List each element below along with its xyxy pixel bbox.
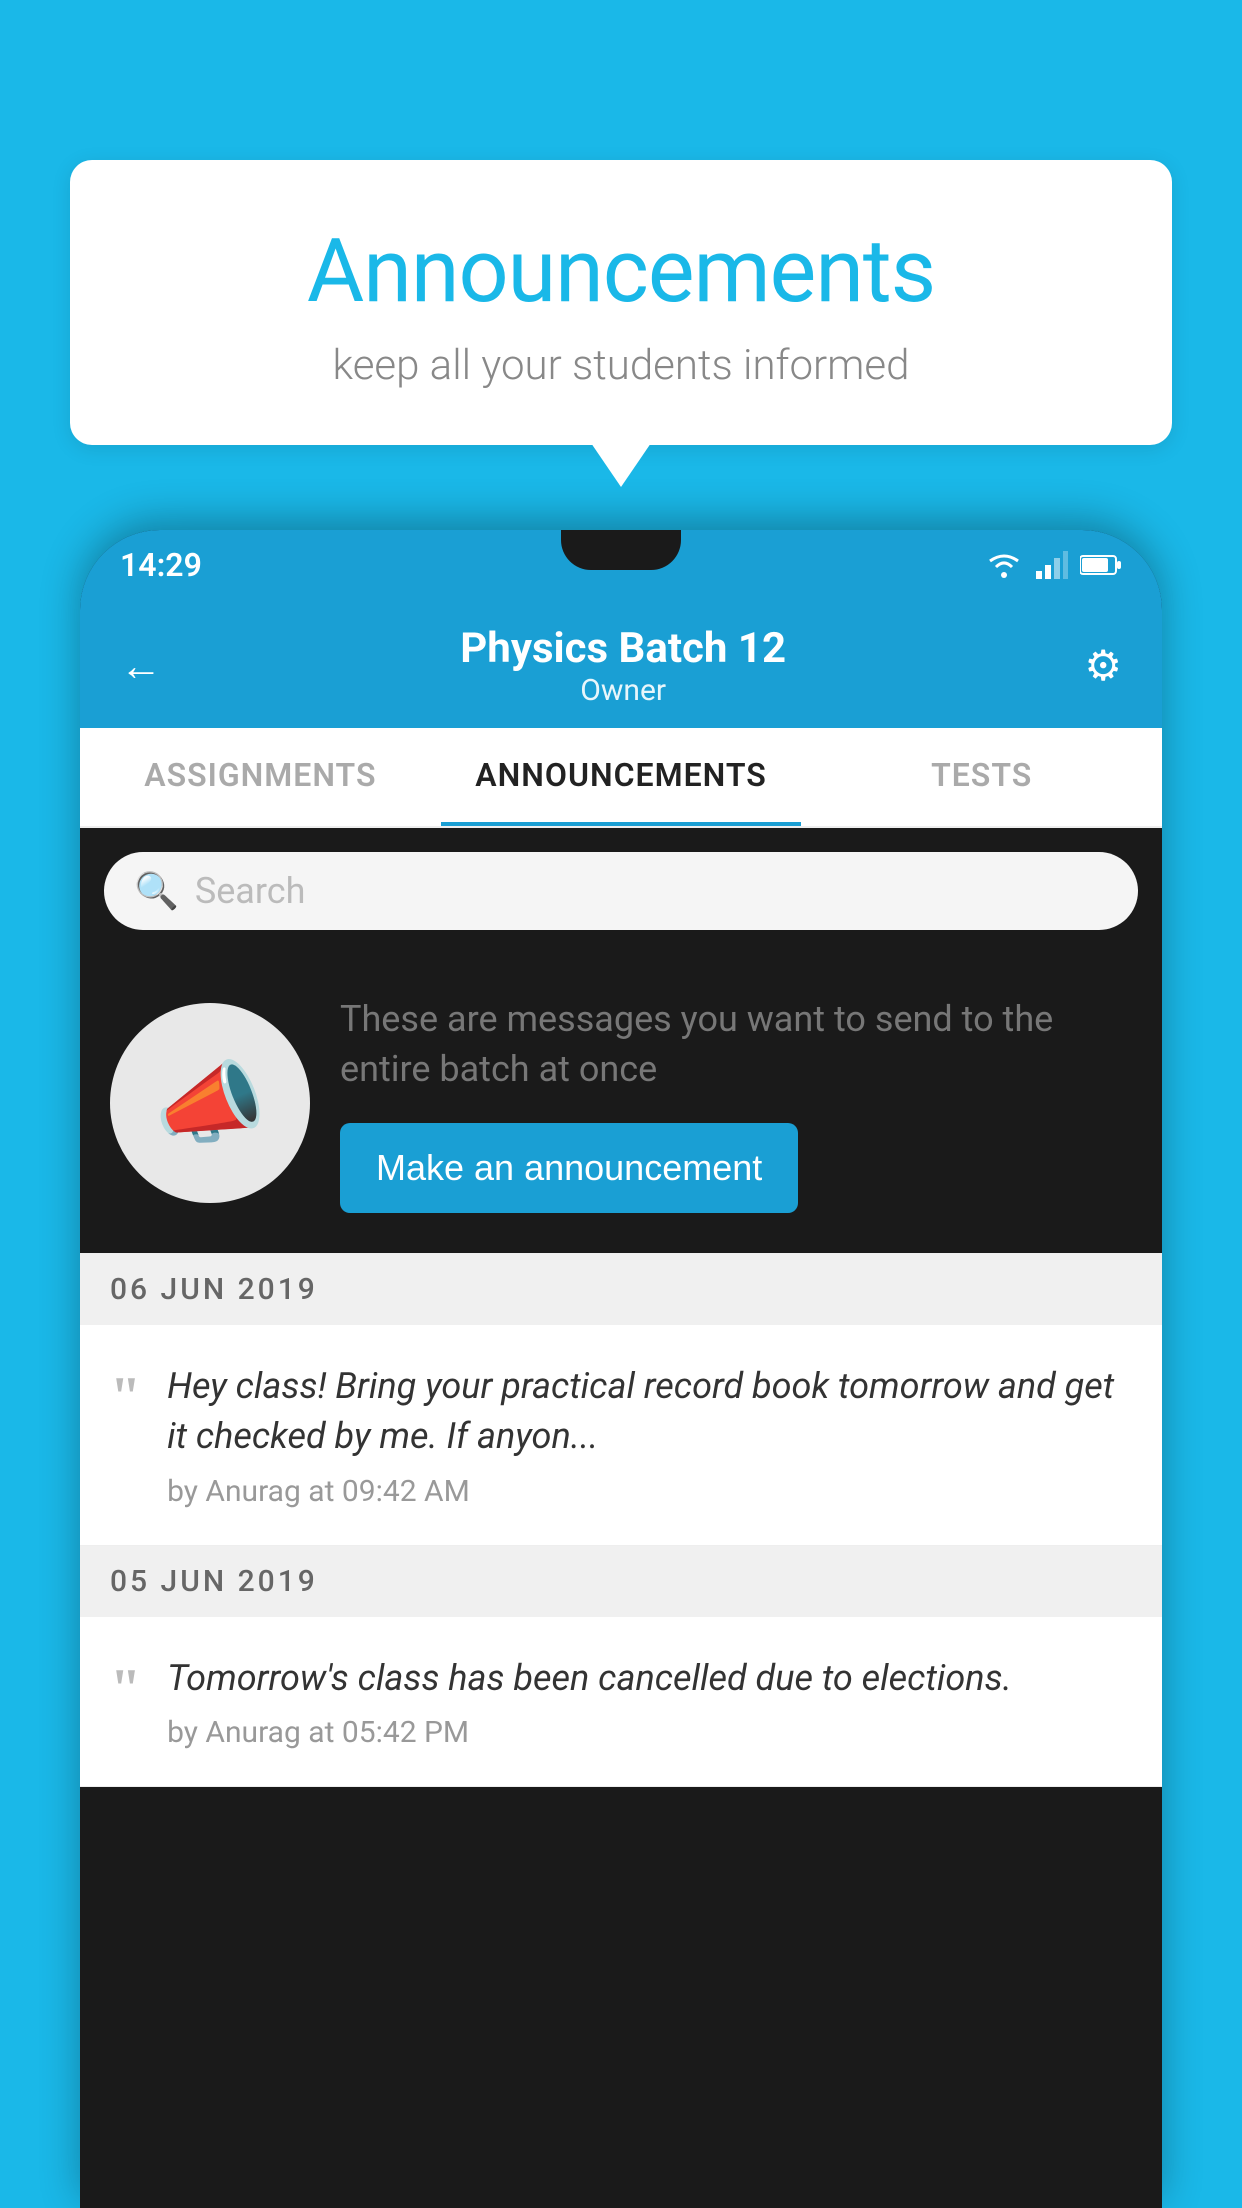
megaphone-circle: 📣: [110, 1003, 310, 1203]
tab-assignments[interactable]: ASSIGNMENTS: [80, 728, 441, 826]
announcement-content-1: Hey class! Bring your practical record b…: [167, 1361, 1132, 1509]
bubble-title: Announcements: [120, 220, 1122, 323]
phone-content: 🔍 Search 📣 These are messages you want t…: [80, 828, 1162, 1787]
megaphone-icon: 📣: [154, 1051, 266, 1156]
phone-frame: 14:29: [80, 530, 1162, 2208]
announcement-text-2: Tomorrow's class has been cancelled due …: [167, 1653, 1132, 1703]
status-icons: [984, 551, 1122, 579]
announcement-content-2: Tomorrow's class has been cancelled due …: [167, 1653, 1132, 1750]
tabs-container: ASSIGNMENTS ANNOUNCEMENTS TESTS: [80, 728, 1162, 828]
search-icon: 🔍: [134, 870, 179, 912]
bubble-subtitle: keep all your students informed: [120, 341, 1122, 390]
back-button[interactable]: ←: [120, 642, 162, 691]
speech-bubble: Announcements keep all your students inf…: [70, 160, 1172, 445]
header-center: Physics Batch 12 Owner: [460, 624, 786, 708]
tab-tests[interactable]: TESTS: [801, 728, 1162, 826]
speech-bubble-section: Announcements keep all your students inf…: [70, 160, 1172, 445]
settings-icon[interactable]: ⚙: [1084, 641, 1122, 691]
quote-icon-2: ": [110, 1661, 141, 1717]
announcement-meta-1: by Anurag at 09:42 AM: [167, 1474, 1132, 1509]
announcement-item-1[interactable]: " Hey class! Bring your practical record…: [80, 1325, 1162, 1546]
wifi-icon: [984, 551, 1024, 579]
date-divider-1: 06 JUN 2019: [80, 1254, 1162, 1325]
quote-icon-1: ": [110, 1369, 141, 1425]
promo-description: These are messages you want to send to t…: [340, 994, 1132, 1095]
header-subtitle: Owner: [460, 673, 786, 708]
announcement-text-1: Hey class! Bring your practical record b…: [167, 1361, 1132, 1462]
header-title: Physics Batch 12: [460, 624, 786, 673]
phone-notch: [561, 530, 681, 570]
status-bar-time: 14:29: [120, 546, 202, 584]
make-announcement-button[interactable]: Make an announcement: [340, 1123, 798, 1213]
search-bar[interactable]: 🔍 Search: [104, 852, 1138, 930]
phone-inner-top: 14:29: [80, 530, 1162, 828]
date-divider-2: 05 JUN 2019: [80, 1546, 1162, 1617]
tab-announcements[interactable]: ANNOUNCEMENTS: [441, 728, 802, 826]
search-placeholder: Search: [195, 870, 306, 912]
announcement-item-2[interactable]: " Tomorrow's class has been cancelled du…: [80, 1617, 1162, 1787]
promo-section: 📣 These are messages you want to send to…: [80, 954, 1162, 1254]
promo-right: These are messages you want to send to t…: [340, 994, 1132, 1213]
signal-icon: [1036, 551, 1068, 579]
battery-icon: [1080, 554, 1122, 576]
app-header: ← Physics Batch 12 Owner ⚙: [80, 600, 1162, 728]
announcement-meta-2: by Anurag at 05:42 PM: [167, 1715, 1132, 1750]
